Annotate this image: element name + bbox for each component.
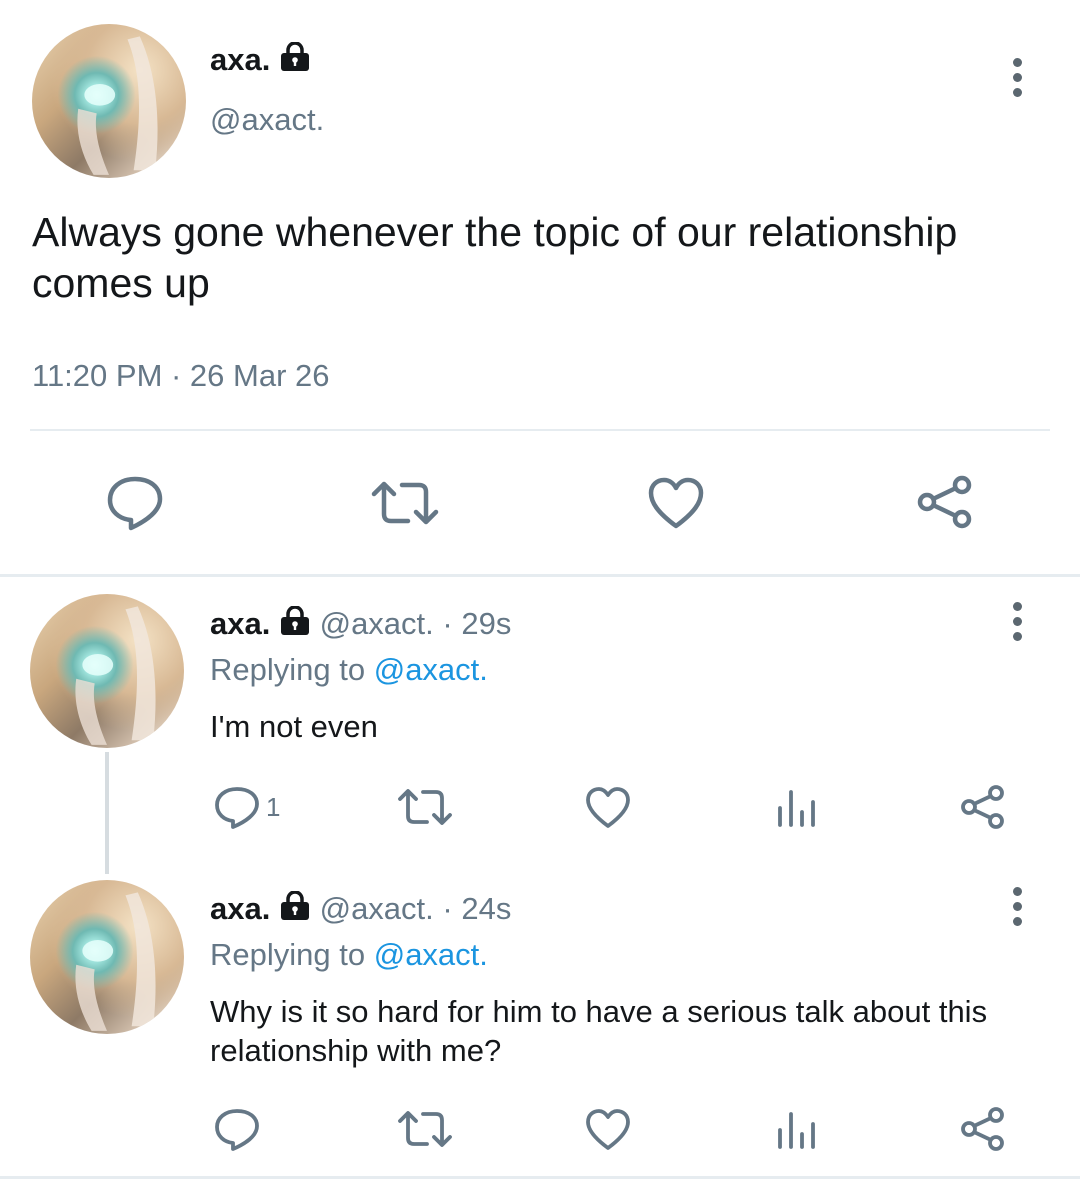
display-name[interactable]: axa. (210, 42, 270, 77)
display-name[interactable]: axa. (210, 891, 270, 926)
lock-icon (279, 605, 311, 646)
like-icon[interactable] (585, 786, 631, 830)
retweet-icon[interactable] (397, 788, 453, 826)
retweet-icon[interactable] (397, 1110, 453, 1148)
tweet-text: Always gone whenever the topic of our re… (32, 209, 958, 306)
avatar[interactable] (32, 24, 186, 178)
tweet-text: I'm not even (210, 709, 378, 744)
share-icon[interactable] (960, 1106, 1006, 1152)
handle[interactable]: @axact. (320, 891, 434, 926)
thread-line (105, 752, 109, 874)
reply-icon[interactable] (214, 1108, 260, 1152)
divider (30, 429, 1050, 431)
replying-to-link[interactable]: @axact. (374, 937, 488, 972)
reply-count: 1 (266, 792, 281, 822)
avatar[interactable] (30, 880, 184, 1034)
more-options-icon[interactable] (1005, 58, 1029, 97)
timestamp[interactable]: 11:20 PM · 26 Mar 26 (32, 356, 330, 396)
like-icon[interactable] (585, 1108, 631, 1152)
share-icon[interactable] (916, 474, 974, 530)
reply-icon[interactable] (214, 786, 260, 830)
tweet-age: · 24s (442, 891, 512, 926)
tweet-text: Why is it so hard for him to have a seri… (210, 994, 988, 1068)
handle[interactable]: @axact. (320, 606, 434, 641)
more-options-icon[interactable] (1005, 602, 1029, 641)
tweet-age: · 29s (442, 606, 512, 641)
section-divider (0, 574, 1080, 577)
display-name[interactable]: axa. (210, 606, 270, 641)
avatar[interactable] (30, 594, 184, 748)
retweet-icon[interactable] (370, 480, 440, 526)
analytics-icon[interactable] (776, 1110, 816, 1150)
lock-icon (279, 890, 311, 931)
like-icon[interactable] (647, 476, 705, 530)
replying-to-label: Replying to (210, 937, 366, 972)
reply-icon[interactable] (106, 475, 164, 531)
analytics-icon[interactable] (776, 788, 816, 828)
share-icon[interactable] (960, 784, 1006, 830)
replying-to-label: Replying to (210, 652, 366, 687)
more-options-icon[interactable] (1005, 887, 1029, 926)
lock-icon (279, 41, 311, 82)
replying-to-link[interactable]: @axact. (374, 652, 488, 687)
handle[interactable]: @axact. (210, 100, 324, 140)
